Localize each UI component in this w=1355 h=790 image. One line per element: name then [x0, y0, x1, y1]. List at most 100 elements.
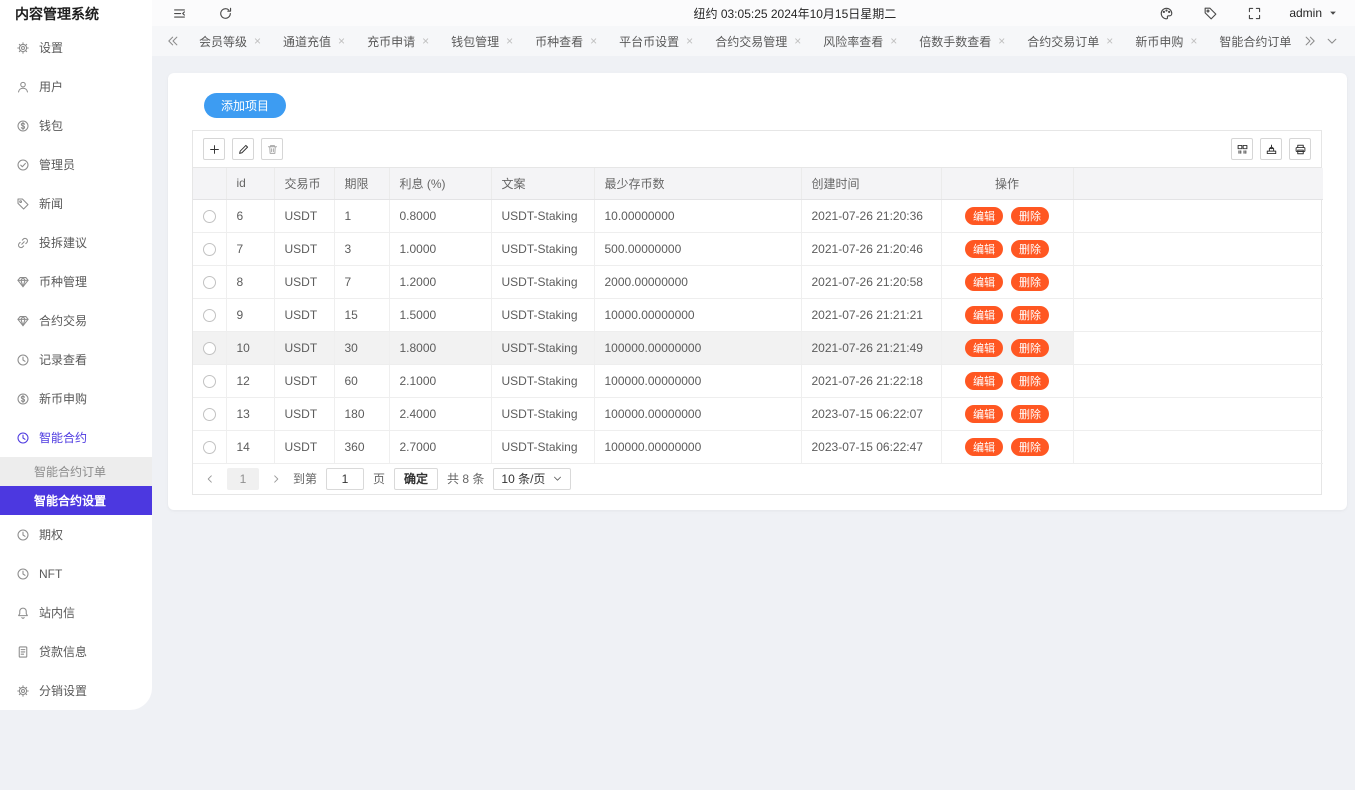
delete-button[interactable]: 删除: [1011, 305, 1049, 324]
cell-created-at: 2021-07-26 21:21:49: [801, 331, 942, 365]
delete-button[interactable]: 删除: [1011, 206, 1049, 225]
tab-new-coin-subscribe[interactable]: 新币申购 ×: [1124, 26, 1208, 56]
add-row-button[interactable]: [203, 138, 225, 160]
row-radio[interactable]: [202, 440, 216, 454]
edit-button[interactable]: 编辑: [965, 239, 1003, 258]
tab-wallet-manage[interactable]: 钱包管理 ×: [440, 26, 524, 56]
edit-button[interactable]: 编辑: [965, 338, 1003, 357]
tag-icon[interactable]: [1201, 4, 1219, 22]
sidebar-item-records-view[interactable]: 记录查看: [0, 340, 152, 379]
sidebar-item-feedback[interactable]: 投拆建议: [0, 223, 152, 262]
cell-term: 360: [334, 430, 390, 464]
delete-button[interactable]: 删除: [1011, 371, 1049, 390]
page-next-icon[interactable]: [268, 471, 284, 487]
delete-button[interactable]: 删除: [1011, 437, 1049, 456]
row-radio[interactable]: [202, 275, 216, 289]
close-icon[interactable]: ×: [1106, 35, 1113, 47]
tab-channel-recharge[interactable]: 通道充值 ×: [272, 26, 356, 56]
close-icon[interactable]: ×: [506, 35, 513, 47]
row-radio[interactable]: [202, 374, 216, 388]
export-button[interactable]: [1260, 138, 1282, 160]
cell-interest: 0.8000: [389, 199, 492, 233]
tab-contract-trade-manage[interactable]: 合约交易管理 ×: [704, 26, 812, 56]
cell-filler: [1073, 430, 1323, 464]
fullscreen-icon[interactable]: [1245, 4, 1263, 22]
sidebar-item-options[interactable]: 期权: [0, 515, 152, 554]
tab-member-level[interactable]: 会员等级 ×: [188, 26, 272, 56]
cell-select: [193, 265, 227, 299]
tab-risk-rate-view[interactable]: 风险率查看 ×: [812, 26, 908, 56]
close-icon[interactable]: ×: [590, 35, 597, 47]
refresh-icon[interactable]: [216, 4, 234, 22]
current-page[interactable]: 1: [227, 467, 259, 490]
close-icon[interactable]: ×: [338, 35, 345, 47]
delete-button[interactable]: 删除: [1011, 404, 1049, 423]
close-icon[interactable]: ×: [998, 35, 1005, 47]
user-icon: [16, 80, 30, 94]
tabs-scroll-left-icon[interactable]: [162, 30, 184, 52]
sidebar-item-wallet[interactable]: 钱包: [0, 106, 152, 145]
sidebar-item-users[interactable]: 用户: [0, 67, 152, 106]
close-icon[interactable]: ×: [794, 35, 801, 47]
sidebar-item-distribution-settings[interactable]: 分销设置: [0, 671, 152, 710]
edit-button[interactable]: 编辑: [965, 437, 1003, 456]
tabs-menu-icon[interactable]: [1321, 30, 1343, 52]
tab-platform-coin-settings[interactable]: 平台币设置 ×: [608, 26, 704, 56]
sidebar-item-settings[interactable]: 设置: [0, 28, 152, 67]
column-header-coin: 交易币: [274, 168, 335, 200]
tabs-scroll-right-icon[interactable]: [1299, 30, 1321, 52]
page-size-select[interactable]: 10 条/页: [493, 467, 572, 490]
row-radio[interactable]: [202, 341, 216, 355]
edit-row-button[interactable]: [232, 138, 254, 160]
delete-row-button[interactable]: [261, 138, 283, 160]
print-button[interactable]: [1289, 138, 1311, 160]
close-icon[interactable]: ×: [686, 35, 693, 47]
edit-button[interactable]: 编辑: [965, 206, 1003, 225]
add-item-button[interactable]: 添加项目: [204, 93, 287, 118]
tab-deposit-request[interactable]: 充币申请 ×: [356, 26, 440, 56]
tab-smart-contract-orders[interactable]: 智能合约订单×: [1208, 26, 1295, 56]
edit-button[interactable]: 编辑: [965, 404, 1003, 423]
toolbar-right-group: [1231, 138, 1311, 160]
edit-button[interactable]: 编辑: [965, 371, 1003, 390]
close-icon[interactable]: ×: [890, 35, 897, 47]
cell-select: [193, 331, 227, 365]
delete-button[interactable]: 删除: [1011, 272, 1049, 291]
user-menu[interactable]: admin: [1289, 6, 1339, 20]
collapse-icon[interactable]: [170, 4, 188, 22]
close-icon[interactable]: ×: [254, 35, 261, 47]
tab-leverage-lots-view[interactable]: 倍数手数查看 ×: [908, 26, 1016, 56]
cell-select: [193, 232, 227, 266]
page-prev-icon[interactable]: [202, 471, 218, 487]
row-radio[interactable]: [202, 242, 216, 256]
sidebar-subitem-smart-contract-settings[interactable]: 智能合约设置: [0, 486, 152, 515]
tab-label: 钱包管理: [451, 34, 500, 49]
sidebar-item-new-coin[interactable]: 新币申购: [0, 379, 152, 418]
row-radio[interactable]: [202, 308, 216, 322]
filter-columns-button[interactable]: [1231, 138, 1253, 160]
close-icon[interactable]: ×: [1190, 35, 1197, 47]
edit-button[interactable]: 编辑: [965, 272, 1003, 291]
table-body: 6 USDT 1 0.8000 USDT-Staking 10.00000000 2021-…: [193, 199, 1323, 464]
delete-button[interactable]: 删除: [1011, 239, 1049, 258]
row-radio[interactable]: [202, 209, 216, 223]
row-radio[interactable]: [202, 407, 216, 421]
sidebar-subitem-smart-contract-orders[interactable]: 智能合约订单: [0, 457, 152, 486]
sidebar-item-contract-trade[interactable]: 合约交易: [0, 301, 152, 340]
goto-confirm-button[interactable]: 确定: [394, 467, 439, 490]
close-icon[interactable]: ×: [422, 35, 429, 47]
tab-coin-view[interactable]: 币种查看 ×: [524, 26, 608, 56]
sidebar-item-loan-info[interactable]: 贷款信息: [0, 632, 152, 671]
goto-page-input[interactable]: [326, 467, 365, 490]
tab-contract-trade-orders[interactable]: 合约交易订单 ×: [1016, 26, 1124, 56]
delete-button[interactable]: 删除: [1011, 338, 1049, 357]
sidebar-item-smart-contract[interactable]: 智能合约: [0, 418, 152, 457]
edit-button[interactable]: 编辑: [965, 305, 1003, 324]
sidebar-item-coin-manage[interactable]: 币种管理: [0, 262, 152, 301]
sidebar-item-site-messages[interactable]: 站内信: [0, 593, 152, 632]
sidebar-item-admins[interactable]: 管理员: [0, 145, 152, 184]
sidebar-item-news[interactable]: 新闻: [0, 184, 152, 223]
palette-icon[interactable]: [1157, 4, 1175, 22]
cell-actions: 编辑 删除: [941, 331, 1074, 365]
sidebar-item-nft[interactable]: NFT: [0, 554, 152, 593]
